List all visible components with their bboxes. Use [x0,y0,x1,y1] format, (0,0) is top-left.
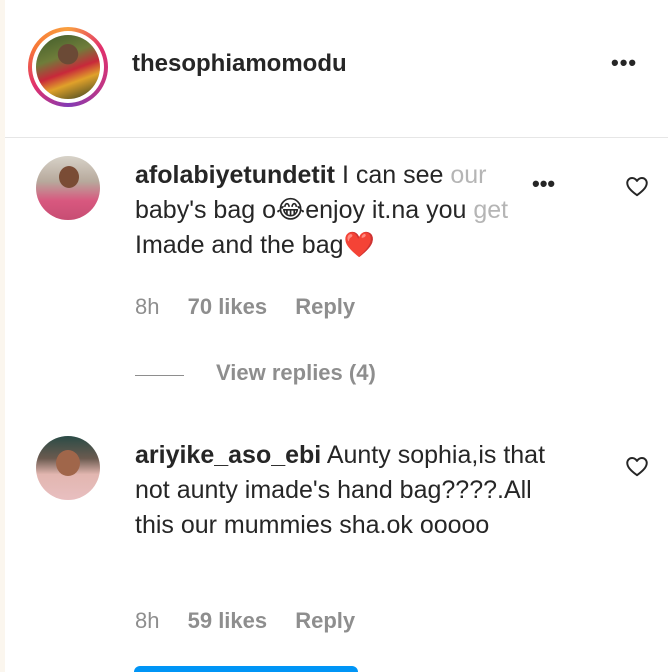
comment-text: ariyike_aso_ebi Aunty sophia,is that not… [135,441,546,539]
comment-username[interactable]: ariyike_aso_ebi [135,441,321,469]
comments-panel: thesophiamomodu ••• afolabiyetundetit I … [5,0,668,672]
header-divider [5,137,668,138]
post-username[interactable]: thesophiamomodu [132,50,347,78]
primary-action-button[interactable] [134,666,358,672]
comment-item: ariyike_aso_ebi Aunty sophia,is that not… [5,430,668,640]
comment-time: 8h [135,294,160,319]
view-replies-button[interactable]: View replies (4) [135,360,535,390]
view-replies-label[interactable]: View replies (4) [216,360,376,386]
story-ring[interactable] [28,27,108,107]
reply-button[interactable]: Reply [295,608,355,634]
post-header: thesophiamomodu ••• [5,0,668,136]
comment-more-icon[interactable]: ••• [528,173,560,195]
comment-meta: 8h 70 likes Reply [135,294,355,320]
avatar [36,35,100,99]
comment-username[interactable]: afolabiyetundetit [135,161,335,189]
avatar[interactable] [36,436,100,500]
comment-likes[interactable]: 70 likes [188,294,268,320]
avatar[interactable] [36,156,100,220]
more-options-icon[interactable]: ••• [611,52,637,74]
comment-likes[interactable]: 59 likes [188,608,268,634]
replies-line [135,375,184,376]
comment-text: afolabiyetundetit I can see our baby's b… [135,161,509,259]
heart-icon[interactable] [624,453,650,479]
comment-time: 8h [135,608,160,633]
reply-button[interactable]: Reply [295,294,355,320]
comment-item: afolabiyetundetit I can see our baby's b… [5,150,668,350]
comment-meta: 8h 59 likes Reply [135,608,355,634]
heart-icon[interactable] [624,173,650,199]
